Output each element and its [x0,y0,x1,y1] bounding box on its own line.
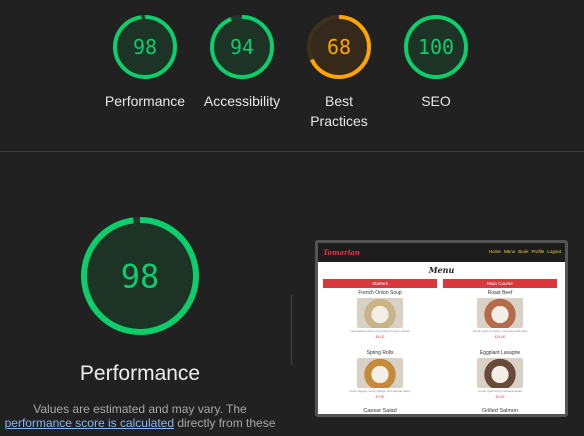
mini-dish-desc: caramelised onions and melted Gruyère ch… [350,329,410,333]
screenshot-content: Tomarian Home Menu Book Profile Logout Menu … [318,243,565,414]
gauge-label-line: Practices [310,113,368,129]
mini-dish-price: £7.00 [375,395,385,399]
mini-nav-link: Book [518,249,529,254]
mini-dish-desc: Tender apple and of sautéed details [477,389,523,393]
mini-dish-desc: Tender slices of tender, roast beef and … [472,329,528,333]
performance-title: Performance [79,362,201,385]
mini-dish-price: £15.00 [494,335,506,339]
gauge-score: 100 [418,35,454,59]
mini-brand: Tomarian [323,248,360,257]
mini-dish-name: French Onion Soup [358,290,402,296]
mini-dish-name: Grilled Salmon [481,408,519,414]
mini-nav-link: Profile [531,249,545,254]
mini-nav-link: Menu [503,249,516,254]
mini-dish-desc: Fresh veggies, savory fillings, and deli… [349,389,411,393]
gauge-ring: 94 [210,15,274,79]
performance-score-link[interactable]: performance score is calculated [5,416,174,430]
gauge-ring: 98 [113,15,177,79]
mini-nav-links: Home Menu Book Profile Logout [489,249,561,254]
mini-dish-image [477,358,523,388]
performance-score-gauge: 98 [78,214,202,338]
gauge-label-line: Accessibility [203,93,281,109]
mini-dish: French Onion Soup caramelised onions and … [323,290,437,348]
mini-dish-image [357,358,403,388]
gauge-label: Accessibility [192,91,292,111]
mini-dish-image [357,298,403,328]
mini-dish-price: £9.00 [495,395,505,399]
mini-menu-columns: Starters French Onion Soup caramelised oni… [323,279,560,414]
gauge-label: Best Practices [289,91,389,131]
mini-dish: Spring Rolls Fresh veggies, savory fillin… [323,350,437,408]
mini-category-header: Starters [323,279,437,288]
mini-dish-name: Caesar Salad [363,408,397,414]
desc-suffix: directly from these [174,416,276,430]
gauge-seo[interactable]: 100 SEO [386,14,486,111]
mini-dish-name: Spring Rolls [366,350,394,356]
mini-nav-link: Home [488,249,501,254]
mini-dish-price: £6.00 [375,335,385,339]
gauge-score: 98 [133,35,157,59]
vertical-separator [291,295,292,365]
desc-prefix: Values are estimated and may vary. The [33,402,247,416]
mini-dish: Roast Beef Tender slices of tender, roast… [443,290,557,348]
mini-menu-title: Menu [428,265,455,275]
category-gauges: 98 Performance 94 Accessibility 68 Best Prac… [0,0,584,150]
gauge-ring: 68 [307,15,371,79]
gauge-label-line: Best [324,93,353,109]
performance-description: Values are estimated and may vary. The p… [0,402,280,430]
mini-navbar: Tomarian Home Menu Book Profile Logout [318,243,565,262]
gauge-performance[interactable]: 98 Performance [95,14,195,111]
gauge-label-line: SEO [421,93,451,109]
gauge-best-practices[interactable]: 68 Best Practices [289,14,389,131]
mini-category-header: Main Course [443,279,557,288]
mini-dish-name: Roast Beef [487,290,513,296]
mini-dish-name: Eggplant Lasagne [479,350,521,356]
mini-dish: Eggplant Lasagne Tender apple and of saut… [443,350,557,408]
gauge-label: Performance [95,91,195,111]
gauge-ring: 98 [81,217,199,335]
mini-column: Starters French Onion Soup caramelised oni… [323,279,437,414]
mini-nav-link: Logout [547,249,561,254]
gauge-score: 98 [121,258,160,296]
gauge-label-line: Performance [104,93,186,109]
mini-dish-image [477,298,523,328]
gauge-score: 68 [327,35,351,59]
gauge-score: 94 [230,35,254,59]
gauge-ring: 100 [404,15,468,79]
page-screenshot[interactable]: Tomarian Home Menu Book Profile Logout Menu … [315,240,568,417]
section-divider [0,151,584,152]
mini-column: Main Course Roast Beef Tender slices of te… [443,279,557,414]
gauge-label: SEO [386,91,486,111]
gauge-accessibility[interactable]: 94 Accessibility [192,14,292,111]
